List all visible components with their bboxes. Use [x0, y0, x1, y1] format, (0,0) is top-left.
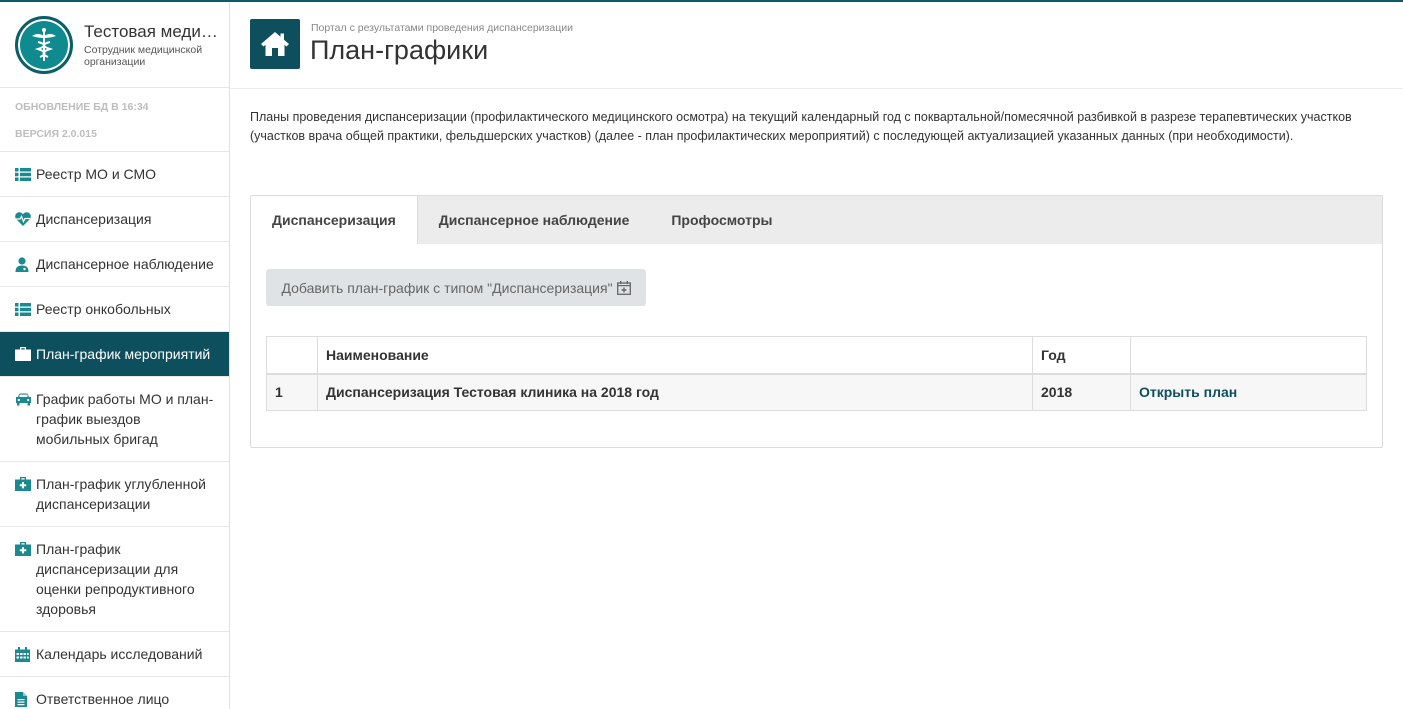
sidebar-item-label: Реестр онкобольных: [36, 301, 171, 317]
sidebar-item-label: Ответственное лицо: [36, 691, 170, 707]
sidebar-nav: Реестр МО и СМО Диспансеризация Диспансе…: [0, 152, 229, 709]
sidebar-item-label: План-график мероприятий: [36, 346, 211, 362]
user-doctor-icon: [15, 254, 32, 274]
sidebar-item-in-depth-dispanserization[interactable]: План-график углубленной диспансеризации: [0, 462, 229, 527]
tab-dispensary-observation[interactable]: Диспансерное наблюдение: [418, 196, 651, 244]
medkit-icon: [15, 474, 32, 494]
sidebar-item-label: План-график диспансеризации для оценки р…: [36, 541, 195, 617]
calendar-icon: [15, 644, 32, 664]
sidebar-item-label: Календарь исследований: [36, 646, 203, 662]
sidebar-item-event-schedule[interactable]: План-график мероприятий: [0, 332, 229, 377]
open-plan-link[interactable]: Открыть план: [1139, 384, 1237, 400]
brand-title: Тестовая медицинская организация: [84, 21, 224, 41]
sidebar-item-label: Диспансерное наблюдение: [36, 256, 214, 272]
add-plan-button-label: Добавить план-график с типом "Диспансери…: [281, 279, 613, 296]
file-icon: [15, 689, 32, 709]
sidebar-item-oncology-registry[interactable]: Реестр онкобольных: [0, 287, 229, 332]
main-content: Планы проведения диспансеризации (профил…: [250, 108, 1383, 448]
list-icon: [15, 164, 32, 184]
column-header-actions: [1130, 336, 1367, 375]
plans-table: Наименование Год 1 Диспансеризация Тесто…: [266, 336, 1367, 411]
meta-info: ОБНОВЛЕНИЕ БД В 16:34 ВЕРСИЯ 2.0.015: [0, 88, 229, 152]
list-icon: [15, 299, 32, 319]
sidebar-item-label: Реестр МО и СМО: [36, 166, 157, 182]
portal-subtitle: Портал с результатами проведения диспанс…: [311, 22, 573, 34]
add-plan-button[interactable]: Добавить план-график с типом "Диспансери…: [266, 269, 646, 306]
tab-preventive-exams[interactable]: Профосмотры: [650, 196, 793, 244]
db-update-label: ОБНОВЛЕНИЕ БД В 16:34: [15, 101, 149, 113]
sidebar-item-research-calendar[interactable]: Календарь исследований: [0, 632, 229, 677]
sidebar-item-mobile-brigades[interactable]: График работы МО и план-график выездов м…: [0, 377, 229, 462]
home-icon: [261, 32, 289, 56]
intro-text: Планы проведения диспансеризации (профил…: [250, 110, 1352, 143]
sidebar-item-label: График работы МО и план-график выездов м…: [36, 391, 214, 447]
medkit-icon: [15, 344, 32, 364]
caduceus-logo-icon: [15, 15, 73, 74]
row-name: Диспансеризация Тестовая клиника на 2018…: [317, 373, 1033, 411]
sidebar: Тестовая медицинская организация Сотрудн…: [0, 2, 230, 709]
column-header-number: [266, 336, 318, 375]
page-header: Портал с результатами проведения диспанс…: [230, 2, 1403, 89]
tab-bar: Диспансеризация Диспансерное наблюдение …: [251, 196, 1382, 244]
sidebar-item-dispensary-observation[interactable]: Диспансерное наблюдение: [0, 242, 229, 287]
medkit-icon: [15, 539, 32, 559]
page-title: План-графики: [310, 35, 489, 65]
table-row: 1 Диспансеризация Тестовая клиника на 20…: [266, 373, 1367, 411]
sidebar-item-responsible-person[interactable]: Ответственное лицо: [0, 677, 229, 709]
sidebar-item-label: Диспансеризация: [36, 211, 152, 227]
sidebar-item-dispanserization[interactable]: Диспансеризация: [0, 197, 229, 242]
row-year: 2018: [1032, 373, 1131, 411]
sidebar-item-reproductive-health[interactable]: План-график диспансеризации для оценки р…: [0, 527, 229, 632]
sidebar-item-mo-smo-registry[interactable]: Реестр МО и СМО: [0, 152, 229, 197]
home-button[interactable]: [250, 19, 300, 69]
row-number: 1: [266, 373, 318, 411]
column-header-year: Год: [1032, 336, 1131, 375]
table-header-row: Наименование Год: [266, 336, 1367, 375]
sidebar-item-label: План-график углубленной диспансеризации: [36, 476, 206, 512]
version-label: ВЕРСИЯ 2.0.015: [15, 128, 97, 140]
brand[interactable]: Тестовая медицинская организация Сотрудн…: [0, 2, 229, 88]
column-header-name: Наименование: [317, 336, 1033, 375]
calendar-plus-icon: [616, 280, 631, 295]
brand-subtitle: Сотрудник медицинской организации: [84, 43, 203, 68]
car-icon: [15, 389, 32, 409]
heartbeat-icon: [15, 209, 32, 229]
tabs-panel: Диспансеризация Диспансерное наблюдение …: [250, 195, 1383, 448]
tab-dispanserization[interactable]: Диспансеризация: [251, 196, 418, 244]
